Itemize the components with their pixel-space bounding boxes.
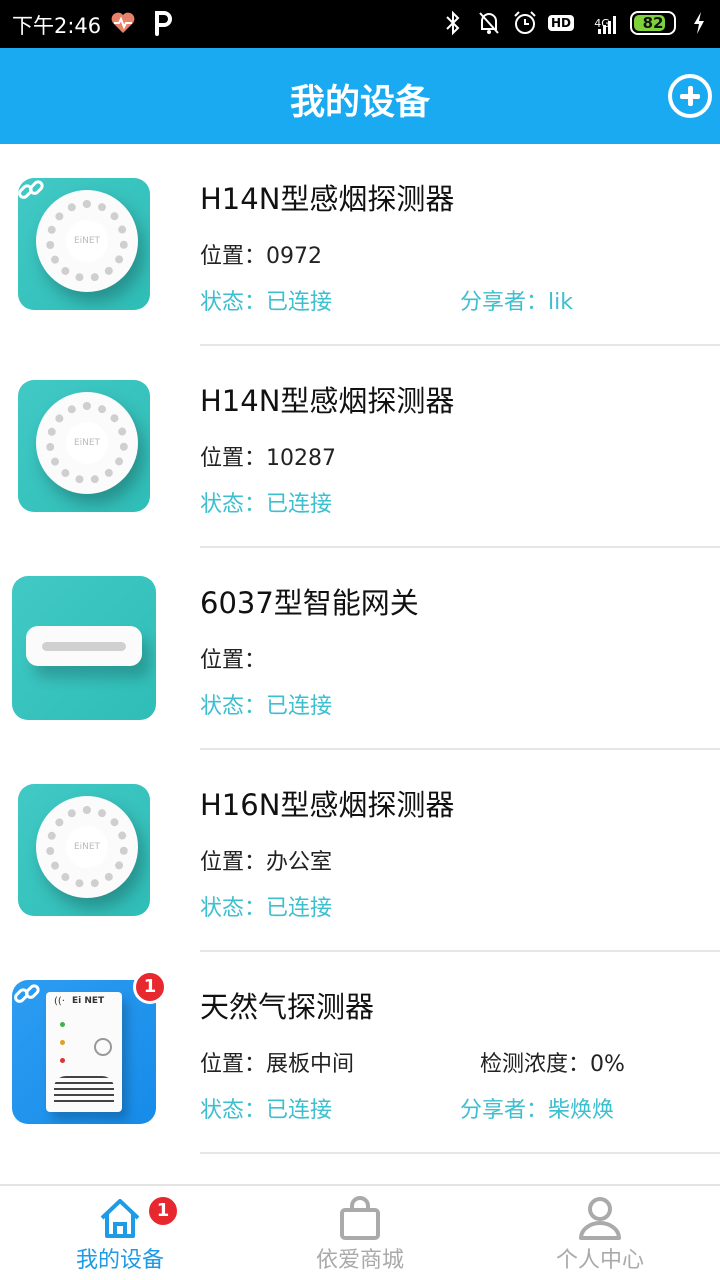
app-header: 我的设备 bbox=[0, 48, 720, 144]
device-name: H16N型感烟探测器 bbox=[200, 788, 455, 822]
device-row[interactable]: EiNET H14N型感烟探测器 位置：0972 状态：已连接 分享者：lik bbox=[0, 144, 720, 346]
location-text: 位置：0972 bbox=[200, 244, 323, 269]
parking-icon bbox=[150, 10, 176, 36]
tab-shop[interactable]: 依爱商城 bbox=[240, 1186, 480, 1280]
battery-icon: 82 bbox=[630, 11, 676, 35]
device-name: H14N型感烟探测器 bbox=[200, 384, 455, 418]
status-bar: 下午2:46 HD 4G 82 bbox=[0, 0, 720, 48]
network-type: 4G bbox=[594, 16, 610, 30]
tab-badge: 1 bbox=[146, 1194, 180, 1228]
notification-badge: 1 bbox=[133, 970, 167, 1004]
charging-icon bbox=[686, 10, 712, 36]
shopping-bag-icon bbox=[336, 1194, 384, 1242]
smoke-detector-image: EiNET bbox=[18, 784, 150, 916]
sharer-text: 分享者：柴焕焕 bbox=[460, 1098, 615, 1123]
hd-voice-icon: HD bbox=[547, 15, 574, 31]
device-row[interactable]: 6037型智能网关 位置： 状态：已连接 bbox=[0, 548, 720, 750]
gateway-image bbox=[12, 576, 156, 720]
add-device-button[interactable] bbox=[668, 74, 712, 118]
device-row[interactable]: EiNET H14N型感烟探测器 位置：10287 状态：已连接 bbox=[0, 346, 720, 548]
alarm-clock-icon bbox=[512, 10, 538, 36]
home-icon bbox=[96, 1194, 144, 1242]
location-text: 位置：10287 bbox=[200, 446, 337, 471]
smoke-detector-image: EiNET bbox=[18, 380, 150, 512]
status-text: 状态：已连接 bbox=[200, 1098, 333, 1123]
tab-label: 个人中心 bbox=[555, 1248, 644, 1273]
status-text: 状态：已连接 bbox=[200, 290, 333, 315]
tab-label: 依爱商城 bbox=[315, 1248, 404, 1273]
status-text: 状态：已连接 bbox=[200, 694, 333, 719]
sharer-text: 分享者：lik bbox=[460, 290, 573, 315]
device-row[interactable]: ((· Ei NET 1 天然气探测器 位置：展板中间 检测浓度：0% 状态：已… bbox=[0, 952, 720, 1154]
brand-logo: Ei NET bbox=[72, 996, 105, 1006]
tab-label: 我的设备 bbox=[75, 1248, 164, 1273]
tab-profile[interactable]: 个人中心 bbox=[480, 1186, 720, 1280]
device-list: EiNET H14N型感烟探测器 位置：0972 状态：已连接 分享者：lik … bbox=[0, 144, 720, 1154]
clock: 下午2:46 bbox=[12, 14, 102, 38]
concentration-text: 检测浓度：0% bbox=[480, 1052, 625, 1077]
device-name: H14N型感烟探测器 bbox=[200, 182, 455, 216]
divider bbox=[200, 1152, 720, 1154]
status-text: 状态：已连接 bbox=[200, 492, 333, 517]
status-text: 状态：已连接 bbox=[200, 896, 333, 921]
battery-percent: 82 bbox=[642, 14, 664, 32]
shared-link-icon bbox=[12, 980, 42, 1010]
page-title: 我的设备 bbox=[289, 83, 430, 123]
heart-rate-icon bbox=[110, 10, 136, 36]
tab-my-devices[interactable]: 1 我的设备 bbox=[0, 1186, 240, 1280]
device-name: 6037型智能网关 bbox=[200, 586, 419, 620]
bell-muted-icon bbox=[476, 10, 502, 36]
device-name: 天然气探测器 bbox=[200, 990, 375, 1024]
location-text: 位置： bbox=[200, 648, 267, 673]
shared-link-icon bbox=[16, 176, 46, 206]
person-icon bbox=[576, 1194, 624, 1242]
signal-icon: 4G bbox=[584, 10, 620, 36]
location-text: 位置：办公室 bbox=[200, 850, 333, 875]
bluetooth-icon bbox=[440, 10, 466, 36]
bottom-navigation: 1 我的设备 依爱商城 个人中心 bbox=[0, 1184, 720, 1280]
location-text: 位置：展板中间 bbox=[200, 1052, 355, 1077]
device-row[interactable]: EiNET H16N型感烟探测器 位置：办公室 状态：已连接 bbox=[0, 750, 720, 952]
